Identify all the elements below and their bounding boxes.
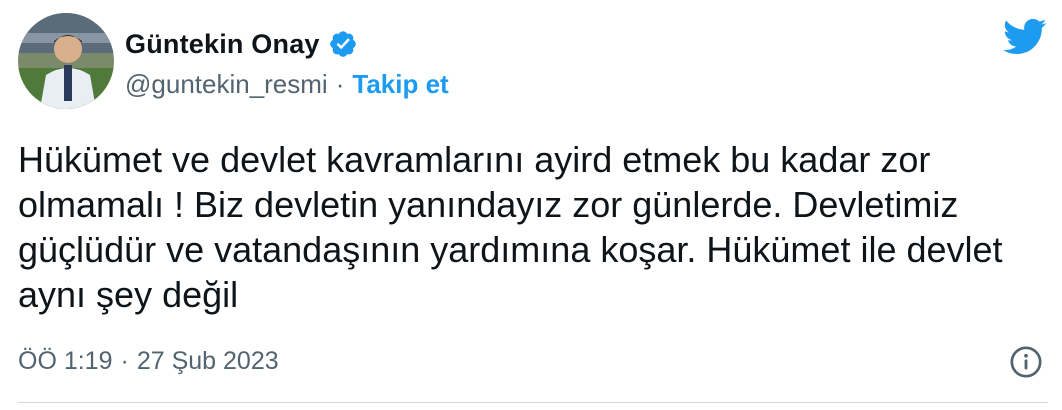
author-name-row: Güntekin Onay [125,24,358,64]
avatar-photo [18,13,114,109]
tweet-time[interactable]: ÖÖ 1:19 [18,347,113,376]
tweet-text: Hükümet ve devlet kavramlarını ayird etm… [18,139,1003,315]
author-handle[interactable]: @guntekin_resmi [125,69,328,100]
verified-badge-icon [328,29,358,59]
meta-separator: · [120,346,129,375]
twitter-bird-icon[interactable] [1003,18,1047,56]
display-name[interactable]: Güntekin Onay [125,29,320,60]
divider [18,402,1048,403]
tweet-card: Güntekin Onay @guntekin_resmi · Takip et… [0,0,1062,410]
follow-button[interactable]: Takip et [352,69,448,100]
info-icon[interactable] [1009,345,1043,379]
handle-separator: · [335,68,345,99]
avatar[interactable] [18,13,114,109]
author-handle-row: @guntekin_resmi · Takip et [125,66,449,102]
tweet-meta: ÖÖ 1:19 · 27 Şub 2023 [18,345,279,377]
tweet-date[interactable]: 27 Şub 2023 [137,347,279,376]
